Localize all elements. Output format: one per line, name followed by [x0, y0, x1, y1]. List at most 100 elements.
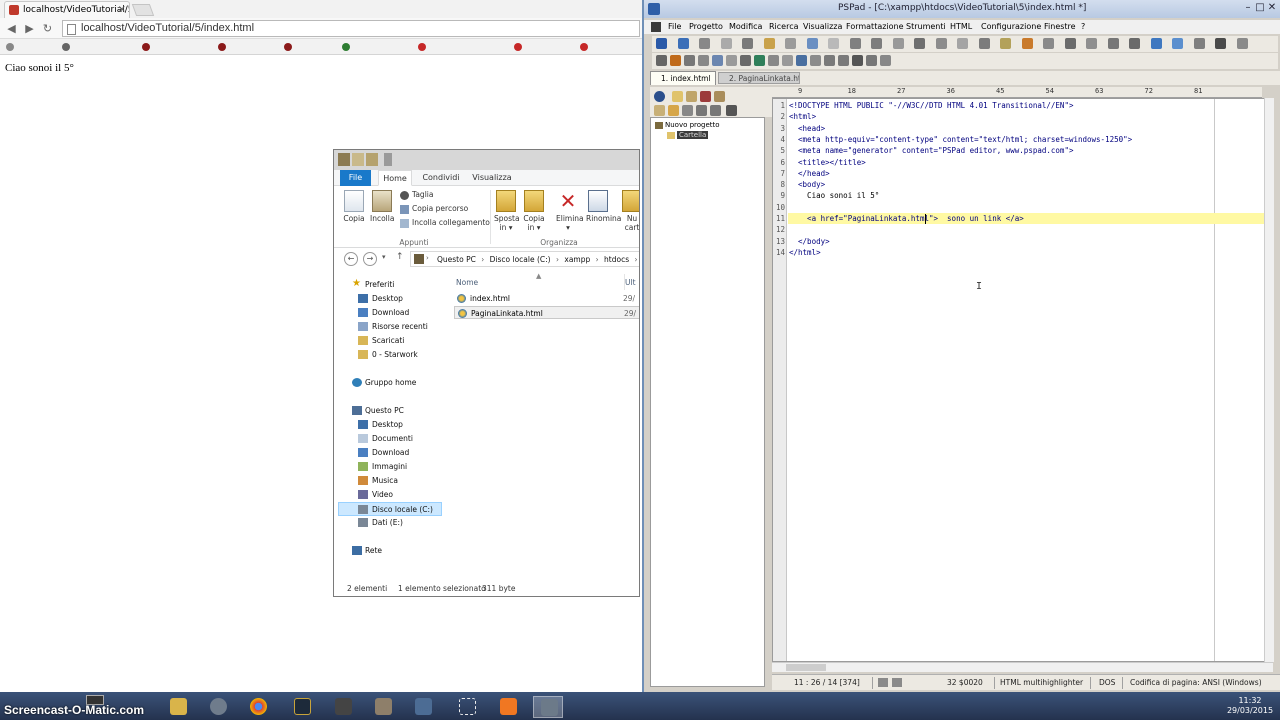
taskbar-game-launcher[interactable]: [287, 696, 317, 718]
html-icon[interactable]: [670, 55, 681, 66]
open-folder-icon[interactable]: [672, 91, 683, 102]
nav-item-starwork[interactable]: 0 - Starwork: [334, 348, 444, 362]
explorer-path-bar[interactable]: › Questo PC › Disco locale (C:) › xampp …: [410, 251, 639, 267]
format-icon[interactable]: [1107, 38, 1119, 49]
path-segment[interactable]: htdocs: [604, 255, 629, 264]
bookmark-item[interactable]: [6, 41, 54, 53]
code-line[interactable]: </body>: [789, 236, 830, 247]
reload-icon[interactable]: ↻: [40, 21, 55, 36]
save-all-icon[interactable]: [720, 38, 732, 49]
minimize-button[interactable]: –: [1242, 2, 1254, 14]
replace-icon[interactable]: [914, 38, 925, 49]
folder-icon[interactable]: [686, 91, 697, 102]
bookmark-item[interactable]: [142, 41, 210, 53]
tab-share[interactable]: Condividi: [420, 170, 462, 186]
new-folder-icon[interactable]: [366, 153, 378, 166]
code-line[interactable]: <!DOCTYPE HTML PUBLIC "-//W3C//DTD HTML …: [789, 100, 1073, 111]
validate-icon[interactable]: [824, 55, 835, 66]
nav-item-pictures[interactable]: Immagini: [334, 460, 444, 474]
copy-icon[interactable]: [806, 38, 818, 49]
tools-icon[interactable]: [726, 105, 737, 116]
nav-this-pc[interactable]: Questo PC: [334, 404, 444, 418]
taskbar-chrome[interactable]: [243, 696, 273, 718]
properties-icon[interactable]: [352, 153, 364, 166]
address-bar[interactable]: localhost/VideoTutorial/5/index.html: [62, 20, 640, 37]
bookmark-item[interactable]: [514, 41, 574, 53]
close-icon[interactable]: ×: [118, 4, 126, 15]
option-icon[interactable]: [1193, 38, 1205, 49]
copy-to-button[interactable]: Copia in ▾: [522, 190, 546, 232]
nav-item-scaricati[interactable]: Scaricati: [334, 334, 444, 348]
folder-icon[interactable]: [338, 153, 350, 166]
browser-icon[interactable]: [1150, 38, 1162, 49]
code-line[interactable]: </head>: [789, 168, 830, 179]
mode-icon[interactable]: [878, 678, 888, 687]
bookmark-item[interactable]: [580, 41, 638, 53]
redo-icon[interactable]: [871, 38, 882, 49]
rename-button[interactable]: Rinomina: [586, 190, 621, 223]
paste-shortcut-button[interactable]: Incolla collegamento: [400, 218, 490, 230]
code-editor[interactable]: 1 2 3 4 5 6 7 8 9 10 11 12 13 14 <!DOCTYPE HTML PUBLI…: [772, 98, 1273, 662]
char-icon[interactable]: [768, 55, 779, 66]
cut-button[interactable]: Taglia: [400, 190, 433, 202]
taskbar-archive[interactable]: [368, 696, 398, 718]
forward-arrow-icon[interactable]: ▶: [22, 21, 37, 36]
close-button[interactable]: ✕: [1266, 2, 1278, 14]
path-segment[interactable]: Questo PC: [437, 255, 476, 264]
code-line[interactable]: <title></title>: [789, 157, 866, 168]
delete-button[interactable]: ✕ Elimina ▾: [556, 190, 584, 232]
indent-icon[interactable]: [957, 38, 968, 49]
nav-homegroup[interactable]: Gruppo home: [334, 376, 444, 390]
run-icon[interactable]: [656, 55, 667, 66]
menu-edit[interactable]: Modifica: [729, 22, 762, 31]
vertical-scrollbar[interactable]: [1264, 98, 1274, 662]
menu-settings[interactable]: Configurazione: [981, 22, 1041, 31]
remove-icon[interactable]: [682, 105, 693, 116]
taskbar-app[interactable]: [408, 696, 438, 718]
image-icon[interactable]: [712, 55, 723, 66]
code-line[interactable]: <body>: [789, 179, 825, 190]
column-header-date[interactable]: Ult: [625, 278, 636, 287]
open-icon[interactable]: [677, 38, 689, 49]
preview-icon[interactable]: [1129, 38, 1140, 49]
new-icon[interactable]: [656, 38, 667, 49]
chevron-down-icon[interactable]: [384, 153, 392, 166]
up-arrow-icon[interactable]: ↑: [396, 252, 404, 262]
undo-icon[interactable]: [849, 38, 861, 49]
nav-item-data-drive[interactable]: Dati (E:): [334, 516, 444, 530]
find-icon[interactable]: [892, 38, 904, 49]
move-to-button[interactable]: Sposta in ▾: [494, 190, 520, 232]
system-clock[interactable]: 11:32 29/03/2015: [1224, 696, 1276, 716]
refresh-icon[interactable]: [710, 105, 721, 116]
nav-item-desktop[interactable]: Desktop: [334, 292, 444, 306]
macro-icon[interactable]: [1021, 38, 1033, 49]
close-project-icon[interactable]: [700, 91, 711, 102]
link-icon[interactable]: [740, 55, 751, 66]
zoom-icon[interactable]: [935, 38, 947, 49]
doc-tab-index[interactable]: 1. index.html: [650, 71, 716, 85]
menu-html[interactable]: HTML: [950, 22, 972, 31]
menu-tools[interactable]: Strumenti: [906, 22, 946, 31]
path-segment[interactable]: Disco locale (C:): [490, 255, 551, 264]
outdent-icon[interactable]: [978, 38, 990, 49]
nav-item-download[interactable]: Download: [334, 446, 444, 460]
menu-help[interactable]: ?: [1081, 22, 1085, 31]
menu-search[interactable]: Ricerca: [769, 22, 799, 31]
tab-view[interactable]: Visualizza: [472, 170, 512, 186]
copy-path-button[interactable]: Copia percorso: [400, 204, 468, 216]
status-highlighter[interactable]: HTML multihighlighter: [1000, 678, 1083, 687]
script-icon[interactable]: [866, 55, 877, 66]
nav-item-download[interactable]: Download: [334, 306, 444, 320]
nav-item-videos[interactable]: Video: [334, 488, 444, 502]
nav-network[interactable]: Rete: [334, 544, 444, 558]
bookmark-item[interactable]: [218, 41, 278, 53]
maximize-button[interactable]: □: [1254, 2, 1266, 14]
copy-button[interactable]: Copia: [342, 190, 366, 223]
column-header-name[interactable]: Nome: [456, 278, 478, 287]
bookmark-item[interactable]: [284, 41, 336, 53]
project-child-item[interactable]: Cartella: [667, 131, 709, 139]
css-icon[interactable]: [684, 55, 695, 66]
add-file-icon[interactable]: [668, 105, 679, 116]
save-icon[interactable]: [699, 38, 710, 49]
chevron-down-icon[interactable]: ▾: [382, 253, 386, 261]
